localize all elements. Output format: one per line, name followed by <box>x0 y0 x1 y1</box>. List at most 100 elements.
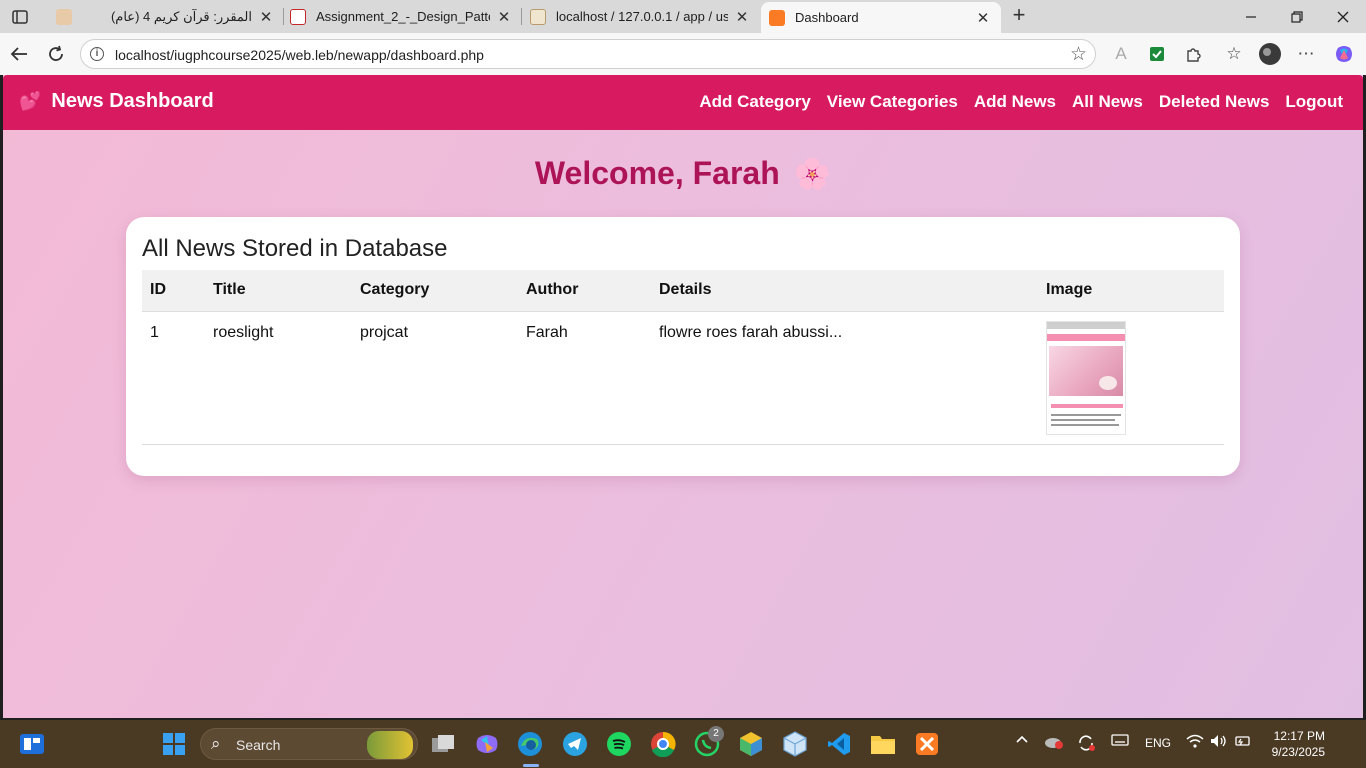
more-options-icon[interactable]: ⋯ <box>1293 41 1319 67</box>
top-navbar: 💕 News Dashboard Add Category View Categ… <box>3 75 1363 130</box>
virtualbox-icon[interactable] <box>781 730 809 758</box>
start-windows-icon[interactable] <box>160 730 188 758</box>
search-highlight-icon <box>367 731 413 759</box>
wifi-icon[interactable] <box>1186 734 1204 751</box>
page-viewport: 💕 News Dashboard Add Category View Categ… <box>3 75 1363 718</box>
task-view-icon[interactable] <box>429 730 457 758</box>
site-info-icon[interactable]: i <box>90 47 104 61</box>
url-text: localhost/iugphcourse2025/web.leb/newapp… <box>115 47 484 63</box>
browser-tab-dashboard[interactable]: Dashboard ✕ <box>761 2 1001 33</box>
nav-view-categories[interactable]: View Categories <box>827 92 958 112</box>
tab-actions-icon[interactable] <box>8 6 32 28</box>
welcome-text: Welcome, Farah <box>534 155 780 191</box>
new-tab-button[interactable]: + <box>1008 4 1030 28</box>
clock-date: 9/23/2025 <box>1271 745 1325 759</box>
nav-add-category[interactable]: Add Category <box>699 92 810 112</box>
nav-all-news[interactable]: All News <box>1072 92 1143 112</box>
column-header-image: Image <box>1038 270 1224 312</box>
clock[interactable]: 12:17 PM 9/23/2025 <box>1272 728 1325 760</box>
tab-title: Dashboard <box>795 10 859 25</box>
news-card-heading: All News Stored in Database <box>142 235 448 262</box>
cell-details: flowre roes farah abussi... <box>651 311 1038 445</box>
tab-title: localhost / 127.0.0.1 / app / users <box>556 9 728 24</box>
xampp-taskbar-icon[interactable] <box>913 730 941 758</box>
browser-tab-course[interactable]: المقرر: قرآن كريم 4 (عام) ✕ <box>46 0 284 33</box>
reload-icon[interactable] <box>43 41 69 67</box>
column-header-author: Author <box>518 270 651 312</box>
column-header-title: Title <box>205 270 352 312</box>
box-app-icon[interactable] <box>737 730 765 758</box>
back-arrow-icon[interactable] <box>6 41 32 67</box>
column-header-category: Category <box>352 270 518 312</box>
minimize-icon[interactable] <box>1228 0 1274 33</box>
read-aloud-icon[interactable]: A <box>1108 41 1134 67</box>
extension-shield-icon[interactable] <box>1144 41 1170 67</box>
language-indicator[interactable]: ENG <box>1145 736 1171 750</box>
copilot-app-icon[interactable] <box>473 730 501 758</box>
whatsapp-badge: 2 <box>708 726 724 742</box>
column-header-details: Details <box>651 270 1038 312</box>
windows-taskbar: ⌕ Search 2 ENG 12:17 PM 9/23/2025 <box>0 720 1366 768</box>
browser-tab-assignment[interactable]: Assignment_2_-_Design_Patterns_ ✕ <box>284 0 522 33</box>
heart-icon: 💕 <box>19 91 42 111</box>
brand-title: News Dashboard <box>51 90 214 112</box>
table-header-row: ID Title Category Author Details Image <box>142 270 1224 312</box>
vscode-icon[interactable] <box>825 730 853 758</box>
chrome-icon[interactable] <box>649 730 677 758</box>
sync-icon[interactable] <box>1076 734 1096 755</box>
nav-logout[interactable]: Logout <box>1285 92 1343 112</box>
browser-tab-strip: المقرر: قرآن كريم 4 (عام) ✕ Assignment_2… <box>0 0 1366 33</box>
profile-avatar[interactable] <box>1257 41 1283 67</box>
cell-id: 1 <box>142 311 205 445</box>
active-app-indicator <box>523 764 539 767</box>
cell-category: projcat <box>352 311 518 445</box>
close-tab-icon[interactable]: ✕ <box>975 9 991 27</box>
cell-title: roeslight <box>205 311 352 445</box>
course-icon <box>56 8 72 25</box>
extensions-puzzle-icon[interactable] <box>1180 41 1206 67</box>
news-image-thumbnail[interactable] <box>1046 320 1126 435</box>
clock-time: 12:17 PM <box>1273 729 1325 743</box>
restore-icon[interactable] <box>1274 0 1320 33</box>
cell-author: Farah <box>518 311 651 445</box>
telegram-icon[interactable] <box>561 730 589 758</box>
volume-icon[interactable] <box>1210 734 1228 751</box>
news-table: ID Title Category Author Details Image 1… <box>142 270 1224 445</box>
close-window-icon[interactable] <box>1320 0 1366 33</box>
keyboard-icon[interactable] <box>1111 734 1129 749</box>
nav-links: Add Category View Categories Add News Al… <box>683 92 1343 112</box>
battery-icon[interactable] <box>1234 734 1252 751</box>
edge-icon[interactable] <box>516 730 544 758</box>
address-bar[interactable]: i localhost/iugphcourse2025/web.leb/newa… <box>80 39 1096 69</box>
close-tab-icon[interactable]: ✕ <box>496 8 512 26</box>
table-row: 1 roeslight projcat Farah flowre roes fa… <box>142 311 1224 445</box>
xampp-icon <box>769 9 785 26</box>
pdf-icon <box>290 8 306 25</box>
tab-title: المقرر: قرآن كريم 4 (عام) <box>110 8 252 24</box>
brand[interactable]: 💕 News Dashboard <box>19 90 214 113</box>
welcome-heading: Welcome, Farah 🌸 <box>3 155 1363 192</box>
nav-add-news[interactable]: Add News <box>974 92 1056 112</box>
widgets-icon[interactable] <box>18 730 46 758</box>
cell-image <box>1038 311 1224 445</box>
show-hidden-icons-icon[interactable] <box>1016 732 1028 747</box>
tab-title: Assignment_2_-_Design_Patterns_ <box>316 9 490 24</box>
news-card: All News Stored in Database ID Title Cat… <box>126 217 1240 476</box>
browser-tab-phpmyadmin[interactable]: localhost / 127.0.0.1 / app / users ✕ <box>522 0 760 33</box>
file-explorer-icon[interactable] <box>869 730 897 758</box>
favorite-star-icon[interactable]: ☆ <box>1070 43 1087 66</box>
favorites-icon[interactable]: ☆ <box>1221 41 1247 67</box>
search-icon: ⌕ <box>211 734 221 753</box>
column-header-id: ID <box>142 270 205 312</box>
phpmyadmin-icon <box>530 8 546 25</box>
close-tab-icon[interactable]: ✕ <box>734 8 750 26</box>
taskbar-search[interactable]: ⌕ Search <box>200 728 418 760</box>
onedrive-error-icon[interactable] <box>1044 734 1064 753</box>
spotify-icon[interactable] <box>605 730 633 758</box>
copilot-icon[interactable] <box>1331 41 1357 67</box>
flower-icon: 🌸 <box>793 158 832 191</box>
search-label: Search <box>236 737 281 753</box>
browser-toolbar: i localhost/iugphcourse2025/web.leb/newa… <box>0 33 1366 75</box>
nav-deleted-news[interactable]: Deleted News <box>1159 92 1270 112</box>
close-tab-icon[interactable]: ✕ <box>258 8 274 26</box>
